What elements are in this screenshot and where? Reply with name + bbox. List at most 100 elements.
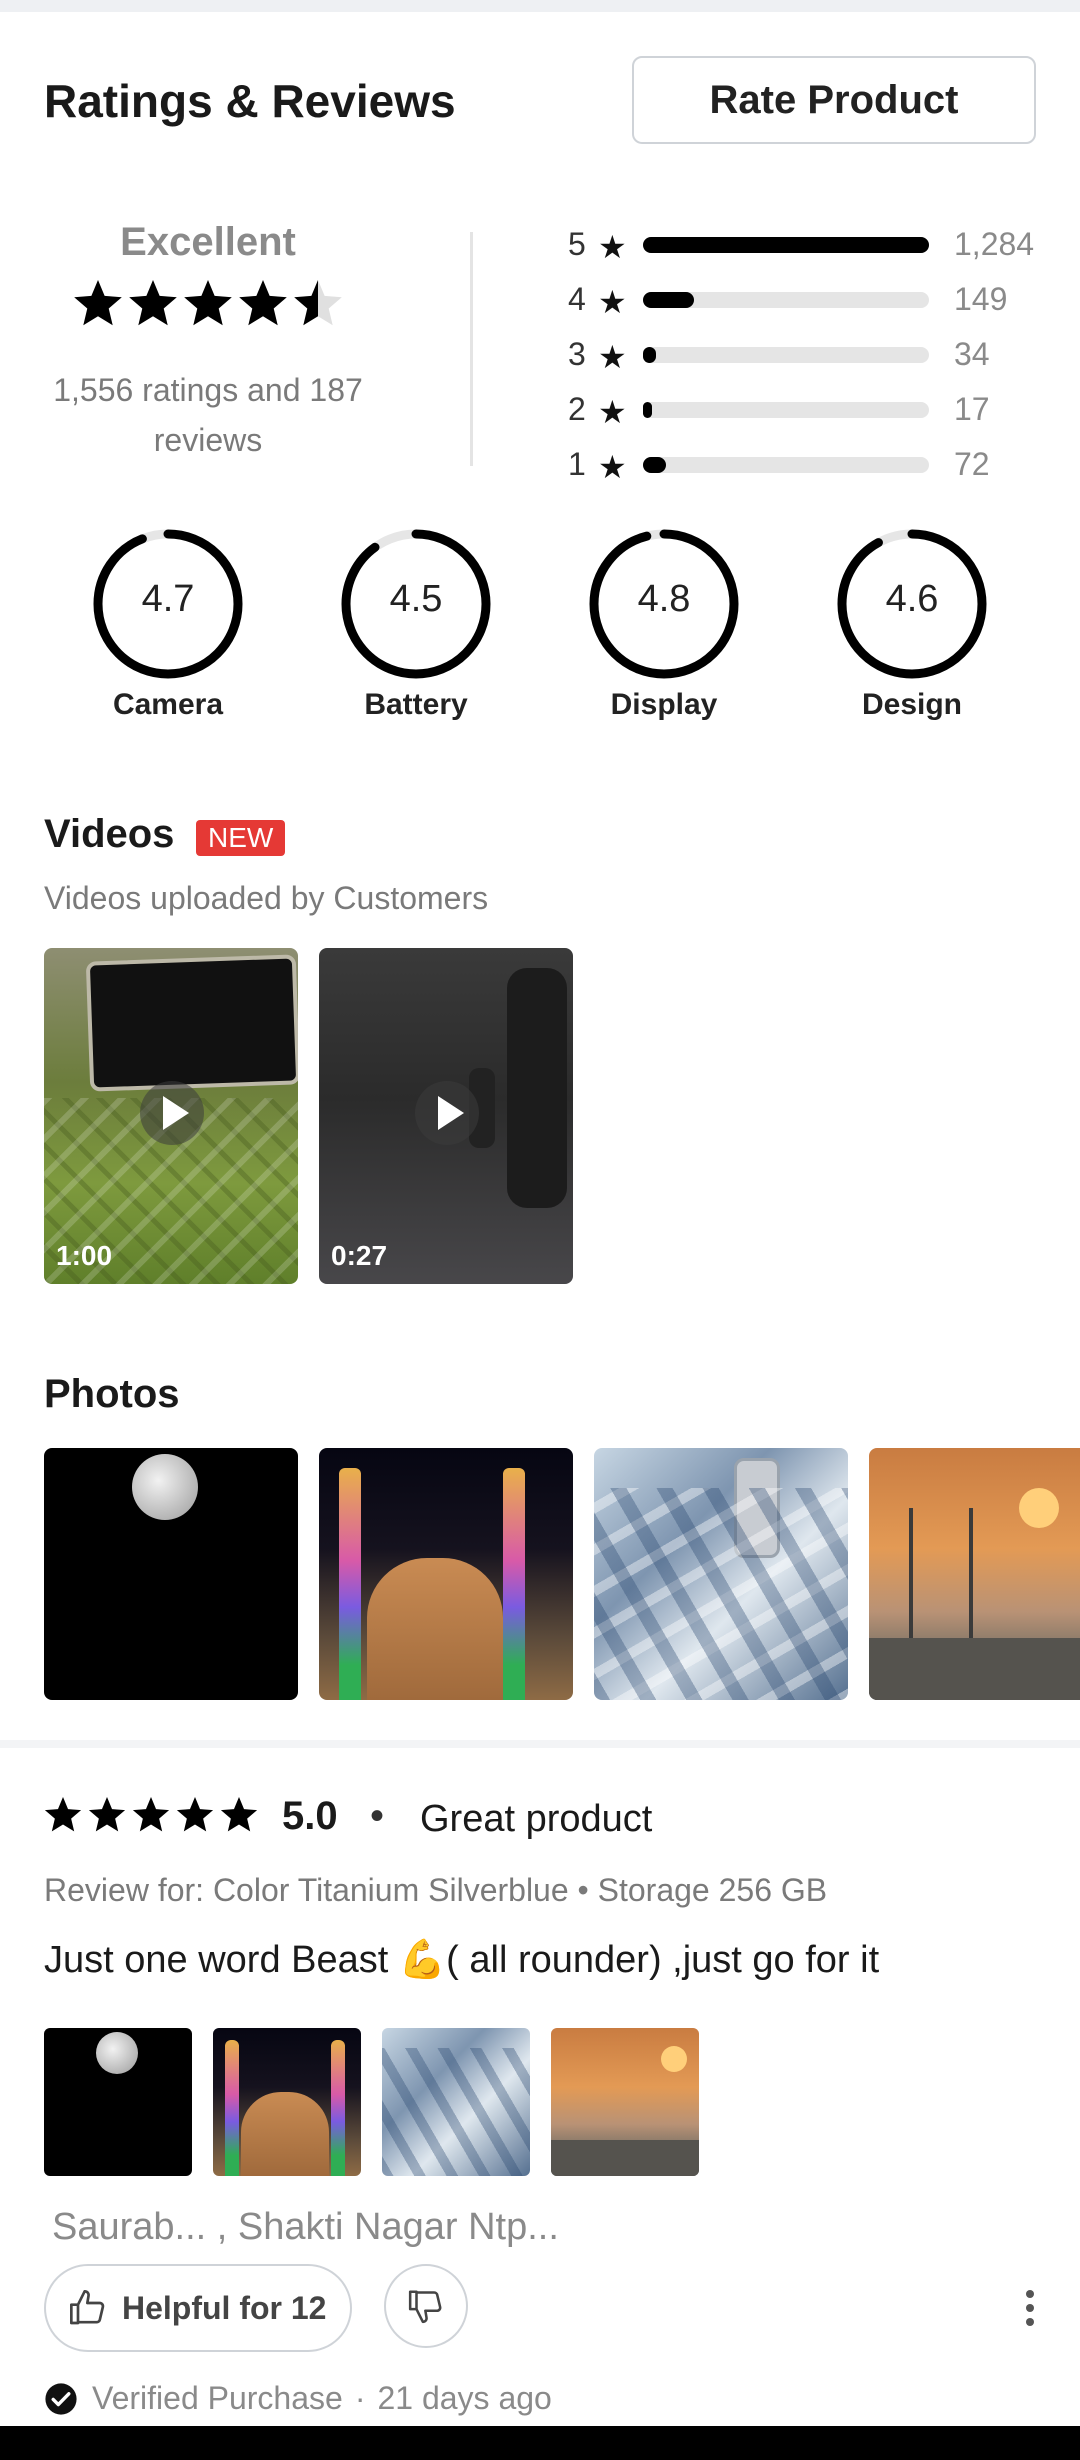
star-icon-filled xyxy=(88,1797,126,1832)
photo-thumbnail[interactable] xyxy=(594,1448,848,1700)
star-number: 5 xyxy=(568,226,586,262)
distribution-bar-fill xyxy=(643,402,652,418)
distribution-row-4: 4 ★ 149 xyxy=(566,277,1046,332)
distribution-bar-track xyxy=(643,402,929,418)
posted-date: 21 days ago xyxy=(377,2380,552,2416)
aspect-value: 4.6 xyxy=(885,578,939,620)
tower-shape xyxy=(503,1468,525,1700)
aspect-value: 4.7 xyxy=(141,578,195,620)
check-circle-icon xyxy=(45,2382,77,2415)
distribution-count: 1,284 xyxy=(954,226,1035,262)
aspect-display[interactable]: 4.8 Display xyxy=(564,528,764,722)
review-photo[interactable] xyxy=(44,2028,192,2176)
play-icon[interactable] xyxy=(140,1081,204,1145)
star-icon-filled xyxy=(220,1797,258,1832)
aspect-value: 4.8 xyxy=(637,578,691,620)
thumbs-up-icon xyxy=(70,2290,105,2325)
helpful-button[interactable]: Helpful for 12 xyxy=(44,2264,352,2352)
review-star-rating xyxy=(44,1797,258,1832)
monument-shape xyxy=(241,2092,329,2176)
reviewer-name: Saurab... , Shakti Nagar Ntp... xyxy=(52,2206,559,2248)
photos-title: Photos xyxy=(44,1372,180,1416)
star-icon-filled xyxy=(184,280,232,326)
distribution-bar-track xyxy=(643,237,929,253)
star-icon-filled xyxy=(44,1797,82,1832)
star-icon: ★ xyxy=(598,229,627,265)
video-thumbnail[interactable]: 1:00 xyxy=(44,948,298,1284)
photo-thumbnail[interactable] xyxy=(319,1448,573,1700)
distribution-count: 34 xyxy=(954,336,990,372)
review-dot: • xyxy=(370,1794,385,1838)
rating-summary: Excellent 1,556 ratings and 187 reviews xyxy=(44,220,372,465)
distribution-bar-fill xyxy=(643,457,666,473)
aspect-value: 4.5 xyxy=(389,578,443,620)
rate-product-button[interactable]: Rate Product xyxy=(632,56,1036,144)
ratings-header: Ratings & Reviews Rate Product xyxy=(44,56,1036,146)
star-icon-filled xyxy=(132,1797,170,1832)
section-divider xyxy=(0,1740,1080,1748)
distribution-row-3: 3 ★ 34 xyxy=(566,332,1046,387)
summary-star-rating xyxy=(44,279,372,349)
star-icon-filled xyxy=(176,1797,214,1832)
review-score: 5.0 xyxy=(282,1794,338,1838)
review-headline: Great product xyxy=(420,1798,653,1840)
star-icon-filled xyxy=(129,280,177,326)
distribution-row-1: 1 ★ 72 xyxy=(566,442,1046,497)
review-photo[interactable] xyxy=(551,2028,699,2176)
tower-shape xyxy=(225,2040,239,2176)
distribution-row-2: 2 ★ 17 xyxy=(566,387,1046,442)
review-variant: Review for: Color Titanium Silverblue • … xyxy=(44,1872,828,1908)
sun-image xyxy=(1019,1488,1059,1528)
distribution-count: 17 xyxy=(954,391,990,427)
video-thumbnail[interactable]: 0:27 xyxy=(319,948,573,1284)
aspect-ratings: 4.7 Camera 4.5 Battery 4.8 Display 4.6 D… xyxy=(44,528,1036,728)
video-scene xyxy=(507,968,567,1208)
aspect-battery[interactable]: 4.5 Battery xyxy=(316,528,516,722)
star-icon: ★ xyxy=(598,394,627,430)
road-shape xyxy=(551,2140,699,2176)
review-photo[interactable] xyxy=(382,2028,530,2176)
monument-shape xyxy=(367,1558,503,1700)
aspect-label: Design xyxy=(861,688,963,721)
verified-label: Verified Purchase xyxy=(92,2380,343,2416)
star-icon: ★ xyxy=(598,449,627,485)
distribution-count: 149 xyxy=(954,281,1008,317)
aspect-label: Battery xyxy=(364,688,468,721)
pole-shape xyxy=(909,1508,913,1638)
road-shape xyxy=(869,1638,1080,1700)
star-number: 2 xyxy=(568,391,586,427)
star-number: 1 xyxy=(568,446,586,482)
moon-image xyxy=(96,2032,138,2074)
navigation-bar xyxy=(0,2426,1080,2460)
tower-shape xyxy=(331,2040,345,2176)
separator-dot: · xyxy=(354,2380,366,2416)
ratings-count: 1,556 ratings and 187 reviews xyxy=(53,372,363,458)
play-icon[interactable] xyxy=(415,1081,479,1145)
rating-distribution: 5 ★ 1,284 4 ★ 149 3 ★ 34 2 ★ 17 1 ★ 72 xyxy=(566,222,1046,497)
helpful-label: Helpful for 12 xyxy=(122,2289,327,2326)
star-number: 3 xyxy=(568,336,586,372)
star-icon-filled xyxy=(74,280,122,326)
aspect-label: Display xyxy=(610,688,718,721)
review-photo[interactable] xyxy=(213,2028,361,2176)
dislike-button[interactable] xyxy=(384,2264,468,2348)
star-icon: ★ xyxy=(598,284,627,320)
distribution-bar-track xyxy=(643,457,929,473)
star-icon: ★ xyxy=(598,339,627,375)
more-options-icon[interactable] xyxy=(1018,2284,1042,2332)
video-duration: 0:27 xyxy=(331,1240,388,1271)
vertical-divider xyxy=(470,232,473,466)
photo-thumbnail[interactable] xyxy=(869,1448,1080,1700)
sun-image xyxy=(661,2046,687,2072)
shirt-pattern xyxy=(594,1488,848,1700)
distribution-bar-fill xyxy=(643,237,929,253)
aspect-camera[interactable]: 4.7 Camera xyxy=(68,528,268,722)
aspect-design[interactable]: 4.6 Design xyxy=(812,528,1012,722)
photo-thumbnail[interactable] xyxy=(44,1448,298,1700)
distribution-count: 72 xyxy=(954,446,990,482)
rating-label: Excellent xyxy=(120,220,296,264)
review-text: Just one word Beast 💪( all rounder) ,jus… xyxy=(44,1939,880,1981)
star-number: 4 xyxy=(568,281,586,317)
thumbs-down-icon xyxy=(408,2290,442,2324)
aspect-label: Camera xyxy=(112,688,224,721)
